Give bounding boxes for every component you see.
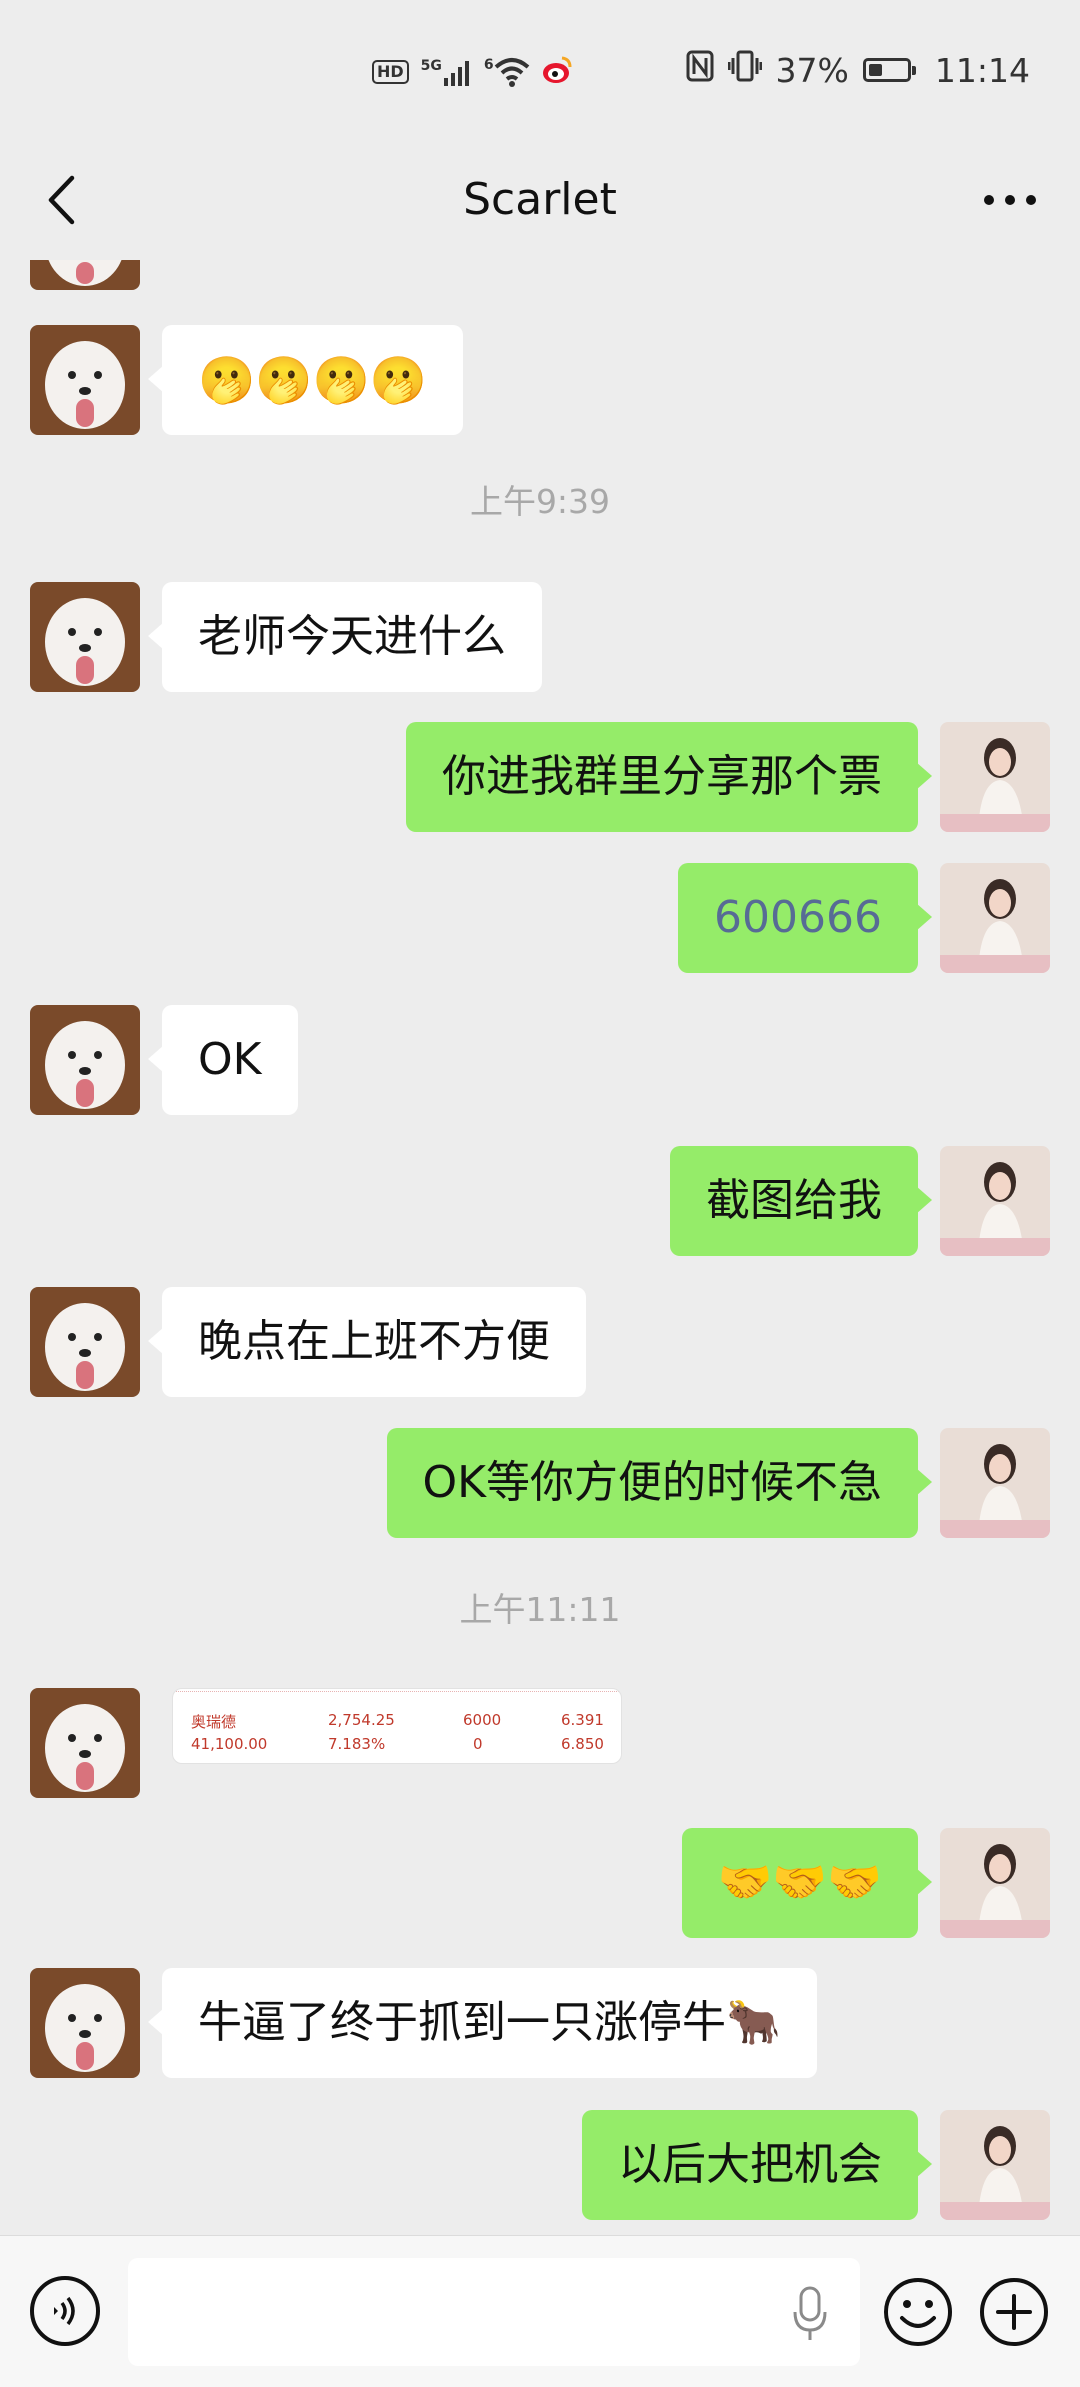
image-cell: 6.391 xyxy=(561,1711,604,1729)
contact-avatar[interactable] xyxy=(30,1968,140,2078)
message-bubble[interactable]: 以后大把机会 xyxy=(582,2110,932,2220)
message-me: 你进我群里分享那个票 xyxy=(0,722,1080,832)
status-bar: HD 5G 6 37% 11:14 xyxy=(0,0,1080,140)
message-input[interactable] xyxy=(128,2258,860,2366)
voice-wave-icon xyxy=(54,2296,75,2326)
contact-avatar[interactable] xyxy=(30,260,140,290)
nfc-icon xyxy=(686,50,714,90)
smiley-icon xyxy=(884,2278,952,2346)
image-cell: 7.183% xyxy=(328,1735,386,1753)
chat-header: Scarlet xyxy=(0,140,1080,260)
weibo-icon xyxy=(542,56,572,88)
message-bubble[interactable]: 老师今天进什么 xyxy=(148,582,542,692)
contact-avatar[interactable] xyxy=(30,1005,140,1115)
more-options-button[interactable] xyxy=(970,160,1050,240)
message-list[interactable]: 🫢🫢🫢🫢 上午9:39 老师今天进什么 你进我群里分享那个票 600666 OK xyxy=(0,260,1080,2235)
image-cell: 2,754.25 xyxy=(328,1711,395,1729)
message-timestamp: 上午9:39 xyxy=(469,482,611,521)
signal-5g-icon: 5G xyxy=(421,58,472,86)
message-them: 牛逼了终于抓到一只涨停牛🐂 xyxy=(0,1968,1080,2078)
message-bubble[interactable]: 🫢🫢🫢🫢 xyxy=(147,325,464,435)
contact-avatar[interactable] xyxy=(30,325,140,435)
back-button[interactable] xyxy=(36,160,86,240)
contact-avatar[interactable] xyxy=(30,1688,140,1798)
image-cell: 奥瑞德 xyxy=(191,1713,237,1731)
message-me: 🤝🤝🤝 xyxy=(0,1828,1080,1938)
image-cell: 0 xyxy=(473,1735,483,1753)
my-avatar[interactable] xyxy=(940,2110,1050,2220)
vibrate-icon xyxy=(727,50,763,90)
stock-code-link[interactable]: 600666 xyxy=(678,863,932,973)
message-me: 600666 xyxy=(0,863,1080,973)
message-bubble[interactable]: 截图给我 xyxy=(670,1146,932,1256)
more-dots-icon xyxy=(984,195,1036,205)
my-avatar[interactable] xyxy=(940,1428,1050,1538)
message-them: 晚点在上班不方便 xyxy=(0,1287,1080,1397)
screenshot-image[interactable]: 奥瑞德 2,754.25 6000 6.391 41,100.00 7.183%… xyxy=(172,1688,622,1764)
plus-circle-icon xyxy=(980,2278,1048,2346)
message-them: 老师今天进什么 xyxy=(0,582,1080,692)
message-bubble[interactable]: 🤝🤝🤝 xyxy=(681,1828,933,1938)
chat-title: Scarlet xyxy=(463,174,617,225)
my-avatar[interactable] xyxy=(940,863,1050,973)
voice-mode-button[interactable] xyxy=(30,2276,100,2346)
message-timestamp: 上午11:11 xyxy=(459,1590,621,1629)
message-bubble[interactable]: 牛逼了终于抓到一只涨停牛🐂 xyxy=(148,1968,817,2078)
my-avatar[interactable] xyxy=(940,1828,1050,1938)
my-avatar[interactable] xyxy=(940,722,1050,832)
my-avatar[interactable] xyxy=(940,1146,1050,1256)
battery-percent: 37% xyxy=(775,50,849,90)
message-bubble[interactable]: 晚点在上班不方便 xyxy=(148,1287,586,1397)
message-bubble[interactable]: OK等你方便的时候不急 xyxy=(386,1428,932,1538)
message-me: 以后大把机会 xyxy=(0,2110,1080,2220)
clock: 11:14 xyxy=(934,50,1030,90)
image-cell: 41,100.00 xyxy=(191,1735,268,1753)
input-bar xyxy=(0,2235,1080,2387)
image-cell: 6.850 xyxy=(561,1735,604,1753)
message-them-image: 奥瑞德 2,754.25 6000 6.391 41,100.00 7.183%… xyxy=(0,1688,1080,1798)
contact-avatar[interactable] xyxy=(30,582,140,692)
message-them: OK xyxy=(0,1005,1080,1115)
image-cut-row xyxy=(173,1689,621,1692)
more-actions-button[interactable] xyxy=(978,2276,1050,2348)
status-right-icons: 37% 11:14 xyxy=(686,48,1030,92)
status-left-icons: HD 5G 6 xyxy=(372,52,572,92)
chevron-left-icon xyxy=(48,175,75,225)
battery-level-fill xyxy=(868,64,882,76)
image-cell: 6000 xyxy=(463,1711,502,1729)
emoji-button[interactable] xyxy=(882,2276,954,2348)
message-me: OK等你方便的时候不急 xyxy=(0,1428,1080,1538)
message-them: 🫢🫢🫢🫢 xyxy=(0,325,1080,435)
message-me: 截图给我 xyxy=(0,1146,1080,1256)
message-bubble[interactable]: OK xyxy=(148,1005,298,1115)
message-them-partial xyxy=(0,260,1080,290)
wifi-icon: 6 xyxy=(484,57,530,87)
mic-icon[interactable] xyxy=(792,2286,828,2342)
contact-avatar[interactable] xyxy=(30,1287,140,1397)
message-bubble[interactable]: 你进我群里分享那个票 xyxy=(406,722,932,832)
hd-badge: HD xyxy=(372,60,409,84)
battery-icon xyxy=(862,58,916,82)
